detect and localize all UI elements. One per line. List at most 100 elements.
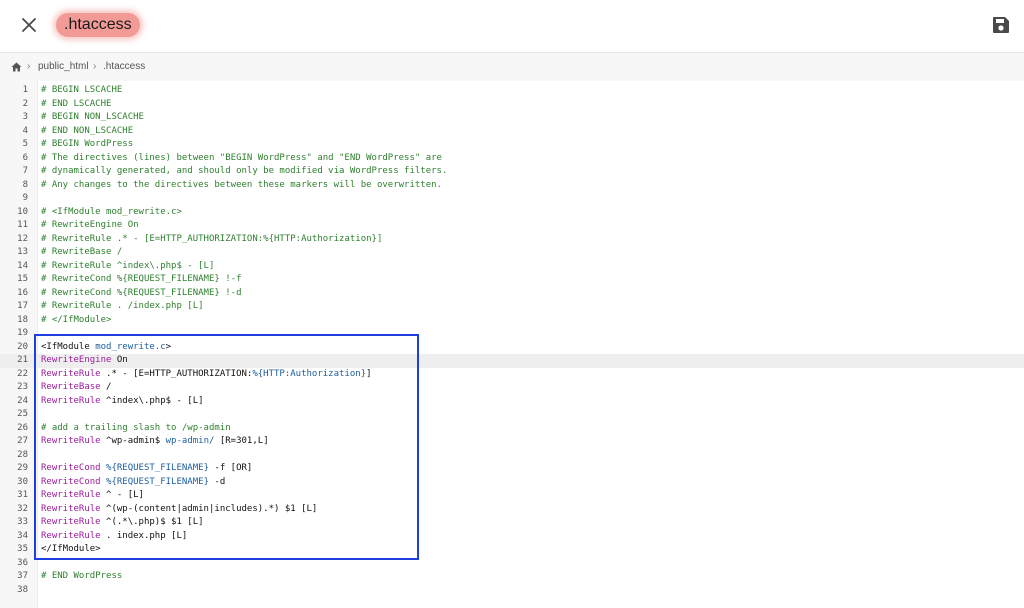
code-line[interactable]: 36 <box>0 557 1024 571</box>
code-token: / <box>100 382 112 392</box>
code-text[interactable]: <IfModule mod_rewrite.c> <box>41 341 171 355</box>
code-token: RewriteRule <box>41 517 101 527</box>
code-line[interactable]: 2 # END LSCACHE <box>0 98 1024 112</box>
code-line[interactable]: 19 <box>0 327 1024 341</box>
code-line[interactable]: 14 # RewriteRule ^index\.php$ - [L] <box>0 260 1024 274</box>
code-lines[interactable]: 1 # BEGIN LSCACHE 2 # END LSCACHE 3 # BEGIN N… <box>0 84 1024 597</box>
code-line[interactable]: 5 # BEGIN WordPress <box>0 138 1024 152</box>
code-text[interactable]: # RewriteRule ^index\.php$ - [L] <box>41 260 214 274</box>
line-number: 10 <box>17 206 28 217</box>
code-line[interactable]: 11 # RewriteEngine On <box>0 219 1024 233</box>
code-editor[interactable]: 1 # BEGIN LSCACHE 2 # END LSCACHE 3 # BEGIN N… <box>0 81 1024 608</box>
code-line[interactable]: 8 # Any changes to the directives between… <box>0 179 1024 193</box>
code-text[interactable]: RewriteBase / <box>41 381 111 395</box>
code-line[interactable]: 28 <box>0 449 1024 463</box>
code-text[interactable]: # <IfModule mod_rewrite.c> <box>41 206 182 220</box>
code-text[interactable]: RewriteRule ^wp-admin$ wp-admin/ [R=301,… <box>41 435 269 449</box>
code-token: ] <box>366 368 372 379</box>
code-line[interactable]: 37 # END WordPress <box>0 570 1024 584</box>
code-line[interactable]: 24 RewriteRule ^index\.php$ - [L] <box>0 395 1024 409</box>
code-text[interactable]: # RewriteRule .* - [E=HTTP_AUTHORIZATION… <box>41 233 382 247</box>
code-line[interactable]: 32 RewriteRule ^(wp-(content|admin|includ… <box>0 503 1024 517</box>
close-button[interactable] <box>19 15 39 35</box>
code-token: mod_rewrite.c <box>95 341 166 352</box>
code-line[interactable]: 25 <box>0 408 1024 422</box>
code-line[interactable]: 31 RewriteRule ^ - [L] <box>0 489 1024 503</box>
code-line[interactable]: 27 RewriteRule ^wp-admin$ wp-admin/ [R=30… <box>0 435 1024 449</box>
code-text[interactable]: RewriteCond %{REQUEST_FILENAME} -f [OR] <box>41 462 252 476</box>
code-text[interactable]: # END LSCACHE <box>41 98 111 112</box>
code-text[interactable]: # RewriteCond %{REQUEST_FILENAME} !-f <box>41 273 241 287</box>
line-number: 21 <box>17 355 28 365</box>
code-line[interactable]: 22 RewriteRule .* - [E=HTTP_AUTHORIZATION… <box>0 368 1024 382</box>
code-line[interactable]: 6 # The directives (lines) between "BEGIN… <box>0 152 1024 166</box>
line-number: 36 <box>17 557 28 568</box>
code-line[interactable]: 38 <box>0 584 1024 598</box>
code-line[interactable]: 12 # RewriteRule .* - [E=HTTP_AUTHORIZATI… <box>0 233 1024 247</box>
code-line[interactable]: 33 RewriteRule ^(.*\.php)$ $1 [L] <box>0 516 1024 530</box>
code-token: # add a trailing slash to /wp-admin <box>41 422 231 433</box>
code-line[interactable]: 23 RewriteBase / <box>0 381 1024 395</box>
save-button[interactable] <box>991 15 1011 35</box>
code-text[interactable]: RewriteRule ^(.*\.php)$ $1 [L] <box>41 516 204 530</box>
line-number: 34 <box>17 530 28 541</box>
breadcrumb-item-htaccess[interactable]: .htaccess <box>103 61 145 72</box>
code-text[interactable]: # RewriteEngine On <box>41 219 139 233</box>
code-token: ^ - [L] <box>100 490 144 500</box>
code-text[interactable]: </IfModule> <box>41 543 101 557</box>
code-text[interactable]: RewriteEngine On <box>41 354 128 368</box>
code-text[interactable]: # RewriteCond %{REQUEST_FILENAME} !-d <box>41 287 241 301</box>
code-text[interactable]: # add a trailing slash to /wp-admin <box>41 422 231 436</box>
code-text[interactable]: RewriteRule .* - [E=HTTP_AUTHORIZATION:%… <box>41 368 372 382</box>
code-line[interactable]: 7 # dynamically generated, and should onl… <box>0 165 1024 179</box>
code-token: %{HTTP:Authorization} <box>252 368 367 379</box>
code-line[interactable]: 3 # BEGIN NON_LSCACHE <box>0 111 1024 125</box>
code-text[interactable]: # END NON_LSCACHE <box>41 125 133 139</box>
line-number: 8 <box>22 179 28 190</box>
code-line[interactable]: 9 <box>0 192 1024 206</box>
line-number: 17 <box>17 301 28 311</box>
home-icon[interactable] <box>11 62 22 72</box>
code-line[interactable]: 1 # BEGIN LSCACHE <box>0 84 1024 98</box>
code-line[interactable]: 21 RewriteEngine On <box>0 354 1024 368</box>
line-number: 7 <box>22 166 28 176</box>
code-line[interactable]: 4 # END NON_LSCACHE <box>0 125 1024 139</box>
code-line[interactable]: 10 # <IfModule mod_rewrite.c> <box>0 206 1024 220</box>
code-text[interactable]: # BEGIN LSCACHE <box>41 84 122 98</box>
code-text[interactable]: # </IfModule> <box>41 314 111 328</box>
code-line[interactable]: 20 <IfModule mod_rewrite.c> <box>0 341 1024 355</box>
code-line[interactable]: 15 # RewriteCond %{REQUEST_FILENAME} !-f <box>0 273 1024 287</box>
code-line[interactable]: 16 # RewriteCond %{REQUEST_FILENAME} !-d <box>0 287 1024 301</box>
code-token: RewriteCond <box>41 463 101 473</box>
code-token: <IfModule <box>41 341 96 352</box>
code-text[interactable]: # RewriteBase / <box>41 246 122 260</box>
code-token: # BEGIN NON_LSCACHE <box>41 112 144 122</box>
code-text[interactable]: # The directives (lines) between "BEGIN … <box>41 152 442 166</box>
line-number: 24 <box>17 395 28 406</box>
code-text[interactable]: # RewriteRule . /index.php [L] <box>41 300 204 314</box>
code-text[interactable]: # dynamically generated, and should only… <box>41 165 447 179</box>
code-text[interactable]: # BEGIN WordPress <box>41 138 133 152</box>
code-line[interactable]: 29 RewriteCond %{REQUEST_FILENAME} -f [OR… <box>0 462 1024 476</box>
code-text[interactable]: RewriteRule ^index\.php$ - [L] <box>41 395 204 409</box>
code-line[interactable]: 18 # </IfModule> <box>0 314 1024 328</box>
code-token: RewriteRule <box>41 530 101 541</box>
code-line[interactable]: 34 RewriteRule . index.php [L] <box>0 530 1024 544</box>
code-line[interactable]: 26 # add a trailing slash to /wp-admin <box>0 422 1024 436</box>
code-text[interactable]: RewriteRule ^(wp-(content|admin|includes… <box>41 503 317 517</box>
code-text[interactable]: RewriteCond %{REQUEST_FILENAME} -d <box>41 476 225 490</box>
code-line[interactable]: 17 # RewriteRule . /index.php [L] <box>0 300 1024 314</box>
code-text[interactable]: RewriteRule ^ - [L] <box>41 489 144 503</box>
line-number: 38 <box>17 584 28 595</box>
code-text[interactable]: # Any changes to the directives between … <box>41 179 442 193</box>
code-text[interactable]: RewriteRule . index.php [L] <box>41 530 187 544</box>
code-line[interactable]: 35 </IfModule> <box>0 543 1024 557</box>
code-line[interactable]: 13 # RewriteBase / <box>0 246 1024 260</box>
code-token: [R=301,L] <box>214 436 269 446</box>
code-token: RewriteEngine <box>41 355 112 365</box>
code-line[interactable]: 30 RewriteCond %{REQUEST_FILENAME} -d <box>0 476 1024 490</box>
breadcrumb-separator-icon: › <box>93 61 97 72</box>
code-text[interactable]: # END WordPress <box>41 570 122 584</box>
breadcrumb-item-public-html[interactable]: public_html <box>38 61 89 72</box>
code-text[interactable]: # BEGIN NON_LSCACHE <box>41 111 144 125</box>
